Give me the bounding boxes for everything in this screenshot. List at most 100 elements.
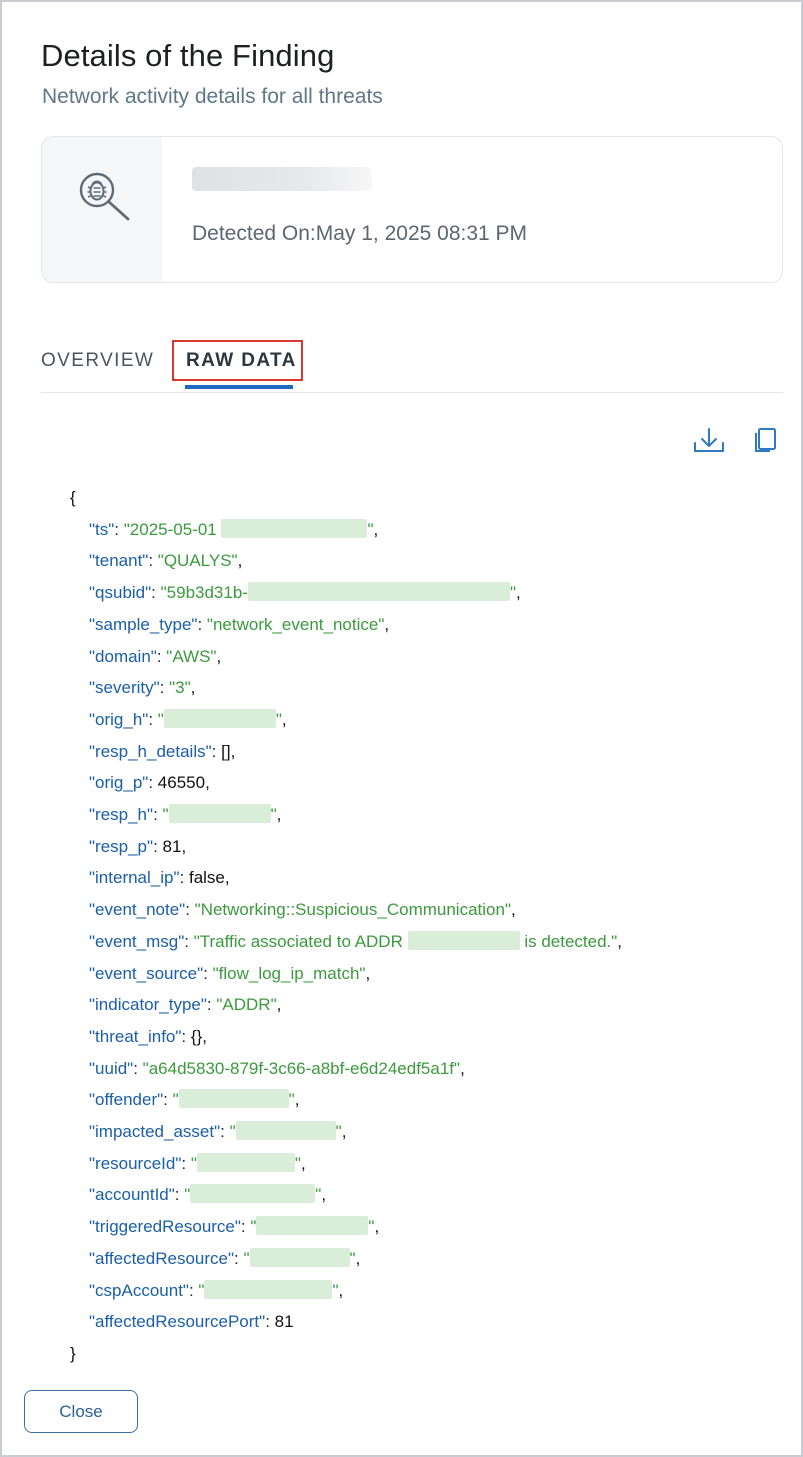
redacted-finding-name — [192, 167, 372, 191]
json-separator: , — [510, 900, 516, 920]
json-key: "event_source" — [89, 963, 204, 983]
json-line: "tenant": "QUALYS", — [89, 551, 243, 571]
json-separator: , — [338, 1280, 344, 1300]
json-string-value: " — [190, 1153, 197, 1173]
json-separator: , — [460, 1058, 465, 1078]
json-value: 81 — [162, 836, 182, 856]
json-string-value: "flow_log_ip_match" — [212, 963, 366, 983]
redacted-value — [235, 1121, 336, 1141]
json-key: "qsubid" — [89, 583, 152, 603]
raw-data-json: { "ts": "2025-05-01 ", "tenant": "QUALYS"… — [70, 482, 622, 1370]
tab-raw-data[interactable]: RAW DATA — [186, 350, 297, 372]
json-string-value: " — [172, 1090, 179, 1110]
json-separator: , — [190, 678, 196, 698]
redacted-value — [163, 708, 276, 728]
json-separator: , — [216, 646, 222, 666]
json-key: "orig_h" — [89, 709, 149, 729]
finding-details-dialog: Details of the Finding Network activity … — [0, 0, 803, 1457]
json-key: "offender" — [89, 1090, 164, 1110]
json-separator: , — [237, 551, 243, 571]
json-string-value: "network_event_notice" — [206, 614, 385, 634]
json-line: "sample_type": "network_event_notice", — [89, 614, 390, 634]
redacted-value — [196, 1152, 295, 1172]
json-separator: , — [202, 1026, 207, 1046]
json-key: "event_note" — [89, 900, 186, 920]
json-separator: , — [321, 1185, 327, 1205]
json-separator: , — [355, 1248, 361, 1268]
redacted-value — [221, 518, 368, 538]
json-line: "impacted_asset": " ", — [89, 1121, 347, 1142]
json-key: "sample_type" — [89, 614, 198, 634]
redacted-value — [247, 582, 510, 602]
copy-icon — [755, 428, 776, 452]
json-separator: , — [281, 709, 287, 729]
json-key: "resp_p" — [89, 836, 154, 856]
json-key: "affectedResourcePort" — [89, 1312, 266, 1332]
json-lines: "ts": "2025-05-01 ", "tenant": "QUALYS", "… — [70, 514, 622, 1338]
json-string-value: " — [243, 1248, 250, 1268]
json-separator: , — [374, 1217, 380, 1237]
json-separator: , — [294, 1090, 300, 1110]
tab-overview[interactable]: OVERVIEW — [41, 350, 154, 372]
json-key: "threat_info" — [89, 1026, 182, 1046]
json-line: "resp_h_details": [], — [89, 741, 236, 761]
json-separator: , — [617, 931, 623, 951]
json-separator: , — [276, 805, 282, 825]
json-line: "ts": "2025-05-01 ", — [89, 518, 379, 539]
json-key: "ts" — [89, 519, 115, 539]
json-string-value: "a64d5830-879f-3c66-a8bf-e6d24edf5a1f" — [142, 1058, 461, 1078]
json-value: 46550 — [157, 773, 206, 793]
json-string-value: "AWS" — [166, 646, 217, 666]
redacted-value — [178, 1089, 289, 1109]
json-string-value: "2025-05-01 — [123, 519, 222, 539]
download-icon — [694, 428, 724, 452]
json-line: "event_msg": "Traffic associated to ADDR… — [89, 930, 623, 951]
json-key: "affectedResource" — [89, 1248, 235, 1268]
json-string-value: "Networking::Suspicious_Communication" — [194, 900, 511, 920]
json-separator: , — [373, 519, 379, 539]
json-string-value: "QUALYS" — [157, 551, 238, 571]
json-key: "resourceId" — [89, 1153, 182, 1173]
json-separator: , — [384, 614, 390, 634]
tab-bar: OVERVIEW RAW DATA — [41, 336, 783, 393]
json-key: "tenant" — [89, 551, 149, 571]
download-button[interactable] — [692, 425, 726, 460]
json-key: "orig_p" — [89, 773, 149, 793]
json-open-brace: { — [70, 488, 76, 507]
json-line: "resp_h": " ", — [89, 804, 282, 825]
json-line: "cspAccount": " ", — [89, 1279, 344, 1300]
json-line: "internal_ip": false, — [89, 868, 230, 888]
redacted-value — [204, 1279, 333, 1299]
json-string-value: "59b3d31b- — [160, 583, 248, 603]
json-separator: , — [276, 995, 282, 1015]
json-value: false — [188, 868, 225, 888]
json-line: "affectedResourcePort": 81 — [89, 1312, 294, 1332]
json-value: [] — [221, 741, 231, 761]
json-string-value: " — [162, 805, 169, 825]
json-key: "domain" — [89, 646, 157, 666]
json-string-value: "ADDR" — [216, 995, 277, 1015]
bug-search-icon — [79, 172, 130, 221]
json-line: "indicator_type": "ADDR", — [89, 995, 282, 1015]
json-separator: , — [181, 836, 187, 856]
redacted-value — [407, 930, 520, 950]
copy-button[interactable] — [753, 425, 779, 458]
json-string-value: "3" — [169, 678, 191, 698]
dialog-title: Details of the Finding — [41, 38, 335, 73]
json-separator: , — [300, 1153, 306, 1173]
finding-icon-panel — [42, 137, 162, 282]
json-line: "orig_h": " ", — [89, 708, 287, 729]
redacted-value — [168, 804, 271, 824]
json-key: "internal_ip" — [89, 868, 180, 888]
active-tab-indicator — [185, 385, 293, 389]
json-key: "impacted_asset" — [89, 1122, 221, 1142]
close-button[interactable]: Close — [24, 1390, 138, 1433]
json-separator: , — [516, 583, 521, 603]
json-line: "affectedResource": " ", — [89, 1247, 361, 1268]
json-string-value: "Traffic associated to ADDR — [193, 931, 408, 951]
redacted-value — [190, 1184, 316, 1204]
json-key: "resp_h_details" — [89, 741, 212, 761]
json-line: "resp_p": 81, — [89, 836, 187, 856]
json-separator: , — [341, 1122, 347, 1142]
json-line: "qsubid": "59b3d31b- ", — [89, 582, 521, 603]
